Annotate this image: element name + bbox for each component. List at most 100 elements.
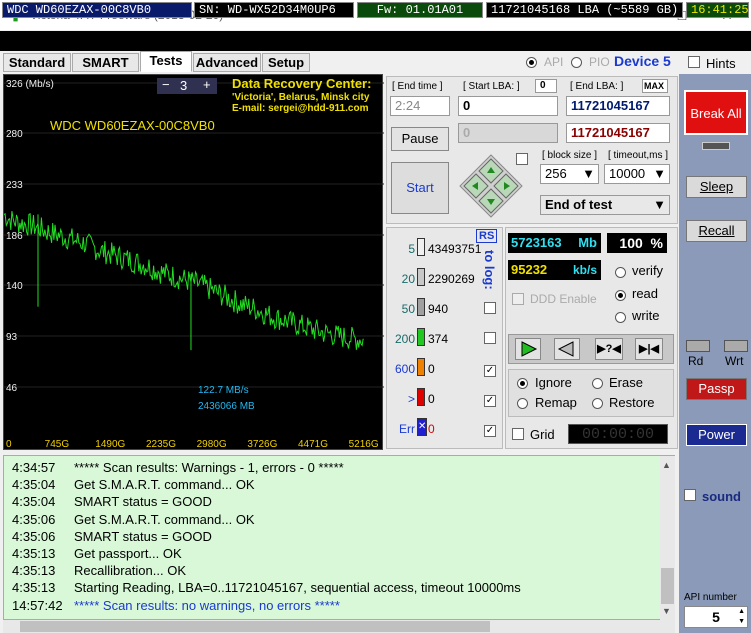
log-row: 4:35:13 Recallibration... OK	[12, 563, 186, 578]
chevron-down-icon: ▼	[582, 166, 595, 181]
count-value: 374	[428, 332, 449, 346]
tab-standard[interactable]: Standard	[3, 53, 71, 72]
power-button[interactable]: Power	[686, 424, 747, 446]
start-button[interactable]: Start	[391, 162, 449, 214]
direction-pad[interactable]	[458, 153, 524, 219]
api-radio[interactable]	[526, 55, 537, 69]
pio-radio[interactable]	[571, 55, 582, 69]
ddd-checkbox[interactable]	[512, 293, 524, 308]
log-checkbox[interactable]	[484, 332, 496, 347]
dpad-checkbox[interactable]	[516, 153, 528, 168]
write-label: write	[632, 308, 660, 323]
log-time: 4:35:06	[12, 528, 56, 544]
read-radio[interactable]	[615, 288, 626, 302]
block-size-select[interactable]: 256 ▼	[540, 164, 599, 184]
scroll-up-icon[interactable]: ▲	[662, 460, 671, 470]
count-value: 0	[428, 362, 435, 376]
tab-advanced[interactable]: Advanced	[193, 53, 261, 72]
pio-label: PIO	[589, 55, 610, 69]
grid-label: Grid	[530, 427, 555, 442]
recall-button[interactable]: Recall	[686, 220, 747, 242]
pause-button[interactable]: Pause	[391, 127, 449, 151]
drc-line1: 'Victoria', Belarus, Minsk city	[232, 92, 370, 103]
log-checkbox[interactable]: ✓	[484, 362, 496, 377]
log-checkbox[interactable]	[484, 302, 496, 317]
log-hscroll-thumb[interactable]	[20, 621, 490, 632]
ignore-radio[interactable]	[517, 376, 528, 390]
scroll-down-icon[interactable]: ▼	[662, 606, 671, 616]
break-all-button[interactable]: Break All	[684, 90, 748, 135]
log-message: Get S.M.A.R.T. command... OK	[74, 511, 255, 527]
mb-unit: Mb	[578, 235, 597, 250]
y-tick-label: 140	[6, 281, 23, 292]
tab-smart[interactable]: SMART	[72, 53, 139, 72]
count-swatch: ✕	[417, 418, 427, 436]
rewind-button[interactable]	[554, 338, 580, 360]
write-radio[interactable]	[615, 310, 626, 324]
butterfly-button[interactable]: ▶|◀	[635, 338, 663, 360]
write-indicator	[724, 340, 748, 352]
play-button[interactable]	[515, 338, 541, 360]
grid-timer: 00:00:00	[568, 424, 668, 444]
end-time-field[interactable]: 2:24	[390, 96, 450, 116]
grid-checkbox[interactable]	[512, 428, 524, 443]
spinner-icon[interactable]: ▲ ▼	[738, 607, 745, 627]
count-swatch	[417, 298, 425, 316]
y-tick-label: 46	[6, 383, 18, 394]
sleep-button[interactable]: Sleep	[686, 176, 747, 198]
block-size-label: [ block size ]	[542, 150, 598, 161]
log-checkbox[interactable]: ✓	[484, 392, 496, 407]
tab-tests[interactable]: Tests	[140, 51, 192, 72]
rd-label: Rd	[688, 354, 704, 368]
verify-radio[interactable]	[615, 265, 626, 279]
sound-checkbox[interactable]	[684, 489, 696, 504]
chevron-down-icon: ▼	[653, 197, 666, 212]
zoom-in-icon[interactable]: +	[203, 77, 211, 92]
restore-radio[interactable]	[592, 396, 603, 410]
mb-value: 5723163	[511, 235, 562, 250]
log-message: Starting Reading, LBA=0..11721045167, se…	[74, 580, 521, 596]
log-scroll-thumb[interactable]	[661, 568, 674, 604]
count-swatch	[417, 268, 425, 286]
clock: 16:41:25	[686, 2, 749, 18]
block-size-value: 256	[545, 166, 567, 181]
mb-counter: 5723163 Mb	[508, 233, 601, 253]
zoom-out-icon[interactable]: −	[162, 77, 170, 92]
end-lba-input[interactable]: 11721045167	[566, 96, 670, 116]
count-swatch	[417, 238, 425, 256]
hints-checkbox[interactable]	[688, 56, 700, 71]
erase-radio[interactable]	[592, 376, 603, 390]
log-message: SMART status = GOOD	[74, 494, 212, 510]
log-message: Recallibration... OK	[74, 563, 186, 579]
end-lba-max[interactable]: MAX	[642, 79, 668, 93]
y-tick-label: 280	[6, 129, 23, 140]
y-tick-label: 93	[6, 332, 18, 343]
log-checkbox[interactable]: ✓	[484, 422, 496, 437]
start-lba-input[interactable]: 0	[458, 96, 558, 116]
count-value: 940	[428, 302, 449, 316]
hints-label: Hints	[706, 56, 736, 71]
drive-model: WDC WD60EZAX-00C8VB0	[2, 2, 192, 18]
count-label: 20	[401, 272, 415, 286]
percent-counter: 100 %	[607, 233, 667, 253]
device-label: Device 5	[614, 53, 671, 69]
passp-button[interactable]: Passp	[686, 378, 747, 400]
zoom-control[interactable]: − 3 +	[157, 77, 217, 94]
log-row: 14:57:42 ***** Scan results: no warnings,…	[12, 598, 340, 613]
restore-label: Restore	[609, 395, 655, 410]
count-label: 5	[408, 242, 415, 256]
remap-radio[interactable]	[517, 396, 528, 410]
percent-value: 100	[619, 235, 643, 251]
end-action-select[interactable]: End of test ▼	[540, 195, 670, 215]
percent-unit: %	[650, 235, 663, 251]
api-number-input[interactable]: 5 ▲ ▼	[684, 606, 748, 628]
drive-info-bar	[0, 31, 751, 51]
random-button[interactable]: ▶?◀	[595, 338, 623, 360]
log-time: 4:35:04	[12, 477, 56, 493]
x-tick-label: 2235G	[146, 439, 176, 450]
timeout-select[interactable]: 10000 ▼	[604, 164, 670, 184]
count-value: 0	[428, 392, 435, 406]
count-swatch	[417, 358, 425, 376]
tab-setup[interactable]: Setup	[262, 53, 310, 72]
start-lba-max[interactable]: 0	[535, 79, 557, 93]
